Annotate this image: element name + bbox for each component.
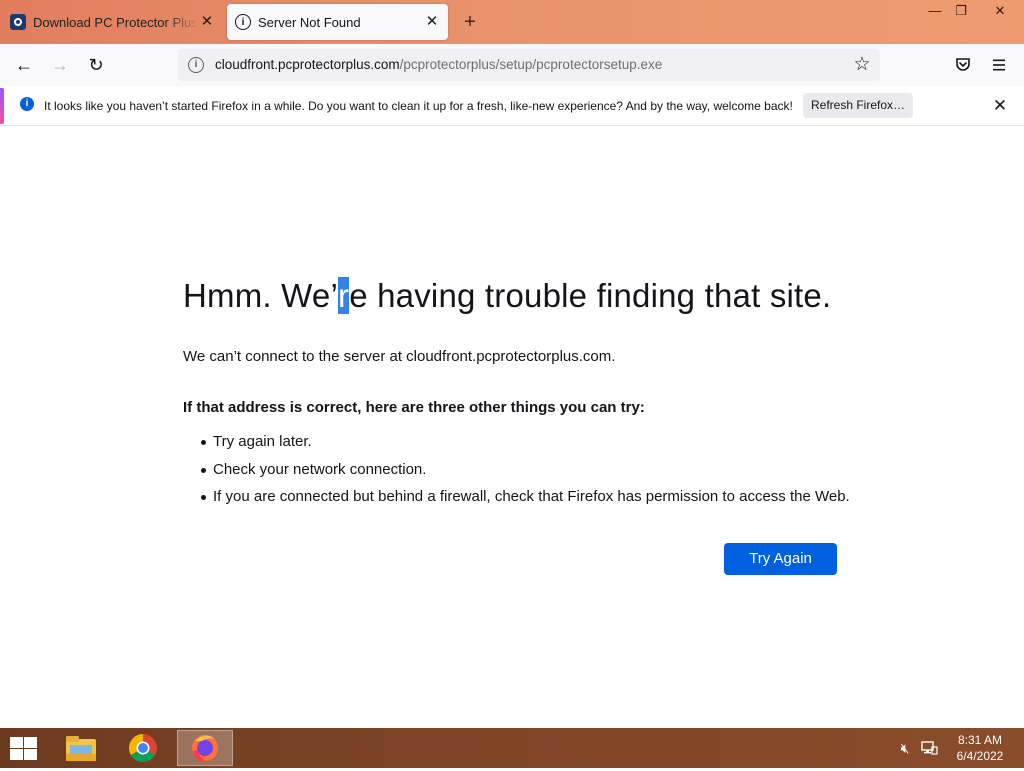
clock-date: 6/4/2022	[956, 749, 1004, 763]
back-button[interactable]: ←	[10, 52, 38, 78]
title-part: e having trouble finding that site.	[349, 277, 832, 314]
notification-bar: i It looks like you haven’t started Fire…	[0, 86, 1024, 126]
tab-pc-protector[interactable]: Download PC Protector Plus by ✕	[0, 4, 222, 40]
close-tab-icon[interactable]: ✕	[198, 12, 216, 32]
network-icon[interactable]	[920, 739, 938, 757]
navigation-toolbar: ← → ↻ i cloudfront.pcprotectorplus.com/p…	[0, 44, 1024, 86]
close-window-button[interactable]: ✕	[985, 0, 1015, 22]
chrome-icon[interactable]	[116, 730, 170, 766]
windows-start-icon[interactable]	[8, 736, 38, 760]
info-icon: i	[20, 97, 34, 111]
firefox-icon[interactable]	[177, 730, 233, 766]
list-item: Check your network connection.	[183, 459, 850, 487]
tab-strip: Download PC Protector Plus by ✕ i Server…	[0, 0, 1024, 44]
suggestions-list: Try again later. Check your network conn…	[183, 431, 850, 514]
refresh-firefox-button[interactable]: Refresh Firefox…	[803, 93, 913, 118]
selected-text: r	[337, 277, 350, 314]
tab-server-not-found[interactable]: i Server Not Found ✕	[227, 4, 448, 40]
notification-text: It looks like you haven’t started Firefo…	[44, 99, 793, 113]
error-page: Hmm. We’re having trouble finding that s…	[0, 127, 1024, 728]
system-clock[interactable]: 8:31 AM 6/4/2022	[950, 732, 1010, 764]
title-part: Hmm. We’	[183, 277, 338, 314]
menu-icon[interactable]	[990, 56, 1008, 74]
try-again-button[interactable]: Try Again	[724, 543, 837, 575]
suggestions-heading: If that address is correct, here are thr…	[183, 399, 645, 416]
notification-accent	[0, 88, 4, 124]
list-item: If you are connected but behind a firewa…	[183, 486, 850, 514]
taskbar: 🔇︎ 8:31 AM 6/4/2022	[0, 728, 1024, 768]
url-text[interactable]: cloudfront.pcprotectorplus.com/pcprotect…	[215, 57, 662, 72]
close-notification-icon[interactable]: ✕	[988, 94, 1012, 118]
url-bar[interactable]: i cloudfront.pcprotectorplus.com/pcprote…	[178, 49, 880, 81]
forward-button[interactable]: →	[46, 52, 74, 78]
url-path: /pcprotectorplus/setup/pcprotectorsetup.…	[399, 57, 663, 72]
bookmark-star-icon[interactable]: ☆	[850, 53, 874, 77]
error-description: We can’t connect to the server at cloudf…	[183, 348, 616, 365]
new-tab-button[interactable]: +	[458, 10, 482, 34]
clock-time: 8:31 AM	[957, 733, 1003, 747]
pc-protector-icon	[10, 14, 26, 30]
restore-button[interactable]: ❐	[946, 0, 976, 22]
close-tab-icon[interactable]: ✕	[422, 12, 442, 32]
site-info-icon[interactable]: i	[188, 57, 204, 73]
info-icon: i	[235, 14, 251, 30]
reload-button[interactable]: ↻	[82, 52, 110, 78]
error-title: Hmm. We’re having trouble finding that s…	[183, 277, 831, 315]
list-item: Try again later.	[183, 431, 850, 459]
tab-title: Download PC Protector Plus by	[33, 14, 198, 30]
tab-title: Server Not Found	[258, 14, 361, 30]
file-explorer-icon[interactable]	[54, 730, 108, 766]
pocket-icon[interactable]	[954, 56, 972, 74]
url-host: cloudfront.pcprotectorplus.com	[215, 57, 400, 72]
volume-muted-icon[interactable]: 🔇︎	[896, 739, 914, 757]
